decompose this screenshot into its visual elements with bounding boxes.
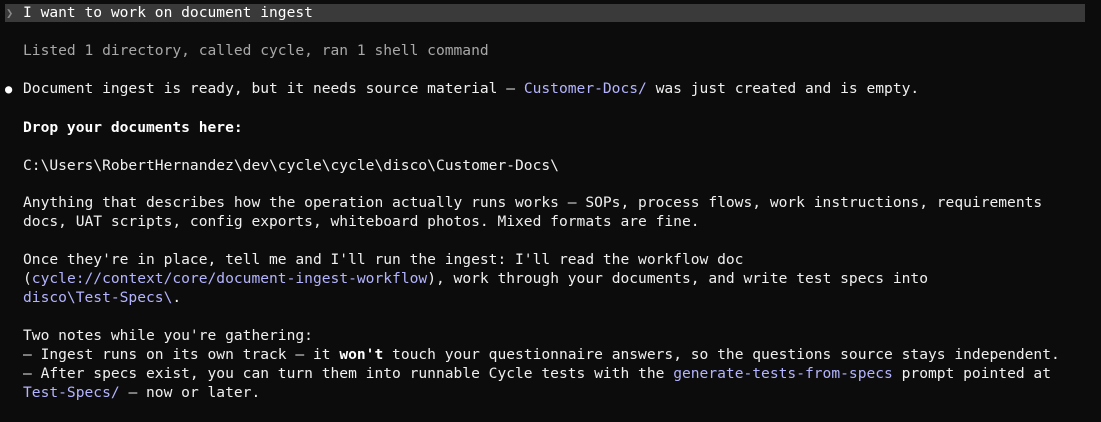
describes-line-2: docs, UAT scripts, config exports, white…: [23, 213, 700, 230]
note-1-bold: won't: [339, 346, 384, 363]
note-3-after: — now or later.: [119, 384, 261, 401]
once-line-3: disco\Test-Specs\.: [23, 288, 181, 307]
intro-text-before: Document ingest is ready, but it needs s…: [23, 80, 524, 97]
response-bullet-icon: ●: [5, 82, 13, 96]
prompt-text: I want to work on document ingest: [23, 4, 313, 21]
notes-heading: Two notes while you're gathering:: [23, 327, 313, 344]
once-line-1: Once they're in place, tell me and I'll …: [23, 251, 744, 268]
activity-summary: Listed 1 directory, called cycle, ran 1 …: [23, 42, 489, 59]
customer-docs-path: C:\Users\RobertHernandez\dev\cycle\cycle…: [23, 157, 559, 174]
drop-heading: Drop your documents here:: [23, 119, 243, 136]
test-specs-link[interactable]: Test-Specs/: [23, 384, 120, 401]
note-1: — Ingest runs on its own track — it won'…: [23, 345, 1060, 364]
note-1-before: — Ingest runs on its own track — it: [23, 346, 340, 363]
note-2-before: — After specs exist, you can turn them i…: [23, 365, 674, 382]
workflow-doc-link[interactable]: cycle://context/core/document-ingest-wor…: [32, 270, 427, 287]
generate-tests-link[interactable]: generate-tests-from-specs: [673, 365, 893, 382]
note-2: — After specs exist, you can turn them i…: [23, 364, 1051, 383]
customer-docs-link[interactable]: Customer-Docs/: [524, 80, 647, 97]
intro-text-after: was just created and is empty.: [646, 80, 920, 97]
prompt-chevron-icon: ❯: [6, 6, 14, 20]
response-intro: Document ingest is ready, but it needs s…: [23, 79, 919, 98]
once-line-3-rest: .: [172, 289, 182, 306]
note-2-after: prompt pointed at: [892, 365, 1051, 382]
once-open-paren: (: [23, 270, 32, 287]
test-specs-path-link[interactable]: disco\Test-Specs\: [23, 289, 172, 306]
once-line-2: (cycle://context/core/document-ingest-wo…: [23, 269, 928, 288]
note-1-after: touch your questionnaire answers, so the…: [383, 346, 1060, 363]
note-3: Test-Specs/ — now or later.: [23, 383, 260, 402]
describes-line-1: Anything that describes how the operatio…: [23, 194, 1043, 211]
once-line-2-rest: ), work through your documents, and writ…: [427, 270, 928, 287]
